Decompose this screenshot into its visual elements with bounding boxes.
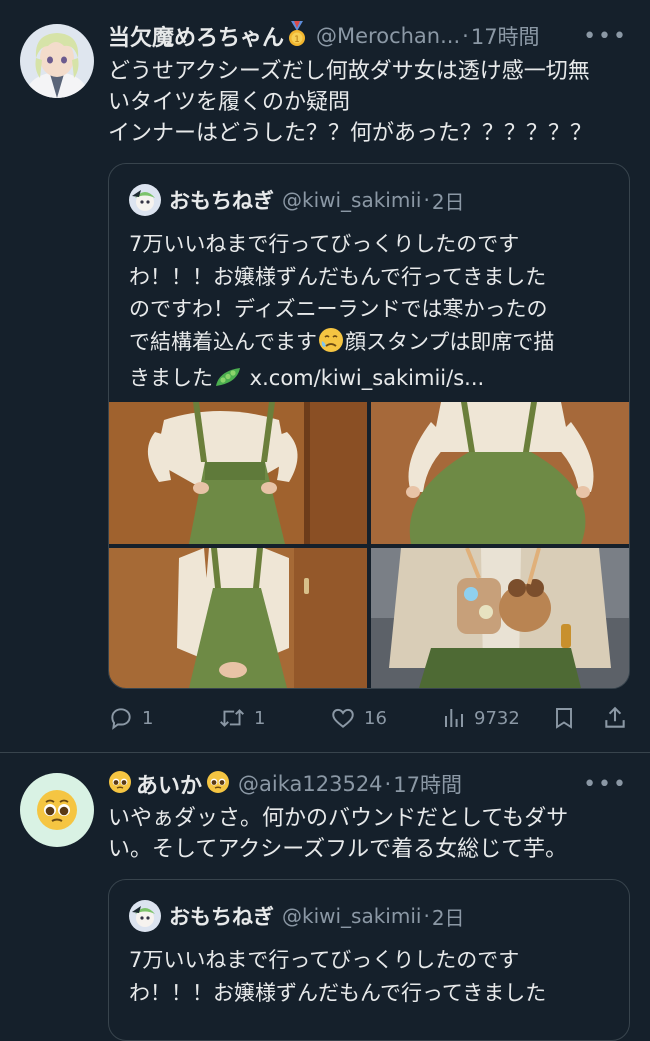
retweet-count: 1	[254, 707, 266, 729]
like-count: 16	[364, 707, 387, 729]
avatar[interactable]	[129, 900, 161, 932]
display-name[interactable]: あいか	[136, 768, 202, 800]
quoted-tweet[interactable]: おもちねぎ @kiwi_sakimii · 2日 7万いいねまで行ってびっくりし…	[108, 879, 630, 1041]
separator-dot: ·	[423, 904, 430, 928]
quoted-display-name[interactable]: おもちねぎ	[169, 185, 274, 215]
share-button[interactable]	[602, 700, 628, 736]
tweet[interactable]: 当欠魔めろちゃん 1 @Merochan... · 17時間 ••• どうせアク…	[0, 0, 650, 753]
svg-text:1: 1	[294, 35, 300, 45]
user-handle[interactable]: @aika123524	[238, 772, 383, 796]
bookmark-button[interactable]	[552, 700, 576, 736]
quoted-timestamp[interactable]: 2日	[432, 902, 465, 931]
quoted-link[interactable]: x.com/kiwi_sakimii/s...	[243, 366, 485, 390]
separator-dot: ·	[462, 24, 469, 48]
like-button[interactable]: 16	[330, 700, 387, 736]
pleading-face-emoji	[108, 770, 132, 798]
quoted-tweet[interactable]: おもちねぎ @kiwi_sakimii · 2日 7万いいねまで行ってびっくりし…	[108, 163, 630, 689]
quoted-tweet-text: 7万いいねまで行ってびっくりしたのです わ！！！お嬢様ずんだもんで行ってきました…	[129, 228, 613, 399]
tweet[interactable]: あいか @aika123524 · 17時間 ••• いやぁダッさ。何かのバウン…	[0, 753, 650, 1041]
tweet-text: どうせアクシーズだし何故ダサ女は透け感一切無 いタイツを履くのか疑問 インナーは…	[108, 59, 593, 146]
user-handle[interactable]: @Merochan...	[316, 24, 460, 48]
more-icon[interactable]: •••	[583, 772, 628, 797]
views-icon	[445, 709, 463, 727]
separator-dot: ·	[384, 772, 392, 796]
media-photo[interactable]	[371, 548, 629, 688]
quoted-tweet-header: おもちねぎ @kiwi_sakimii · 2日	[129, 184, 619, 216]
tweet-header: あいか @aika123524 · 17時間 •••	[108, 768, 650, 800]
timestamp[interactable]: 17時間	[393, 769, 462, 799]
views-button[interactable]: 9732	[442, 700, 520, 736]
retweet-icon	[220, 709, 244, 727]
retweet-button[interactable]: 1	[218, 700, 265, 736]
avatar[interactable]	[20, 773, 94, 847]
pea-pod-emoji	[213, 365, 243, 399]
tweet-header: 当欠魔めろちゃん 1 @Merochan... · 17時間 •••	[108, 20, 650, 52]
reply-icon	[111, 708, 131, 730]
media-photo[interactable]	[109, 402, 367, 544]
pleading-face-emoji	[206, 770, 230, 798]
timestamp[interactable]: 17時間	[471, 21, 540, 51]
avatar[interactable]	[129, 184, 161, 216]
like-icon	[332, 708, 354, 728]
quoted-tweet-header: おもちねぎ @kiwi_sakimii · 2日	[129, 900, 619, 932]
quoted-display-name[interactable]: おもちねぎ	[169, 901, 274, 931]
avatar[interactable]	[20, 24, 94, 98]
tweet-actions: 1 1 16 9732	[108, 700, 636, 736]
quoted-user-handle[interactable]: @kiwi_sakimii	[282, 904, 421, 928]
bookmark-icon	[556, 708, 572, 729]
tweet-text: いやぁダッさ。何かのバウンドだとしてもダサ い。そしてアクシーズフルで着る女総じ…	[108, 806, 569, 862]
reply-count: 1	[142, 707, 154, 729]
media-grid	[109, 402, 629, 688]
media-photo[interactable]	[371, 402, 629, 544]
views-count: 9732	[474, 707, 520, 729]
share-icon	[605, 706, 625, 728]
medal-emoji: 1	[286, 21, 308, 51]
media-photo[interactable]	[109, 548, 367, 688]
separator-dot: ·	[423, 188, 430, 212]
quoted-user-handle[interactable]: @kiwi_sakimii	[282, 188, 421, 212]
reply-button[interactable]: 1	[108, 700, 153, 736]
quoted-tweet-text: 7万いいねまで行ってびっくりしたのです わ！！！お嬢様ずんだもんで行ってきました	[129, 948, 547, 1005]
display-name[interactable]: 当欠魔めろちゃん	[108, 20, 284, 52]
sad-face-emoji	[317, 327, 345, 363]
more-icon[interactable]: •••	[583, 24, 628, 49]
quoted-timestamp[interactable]: 2日	[432, 186, 465, 215]
